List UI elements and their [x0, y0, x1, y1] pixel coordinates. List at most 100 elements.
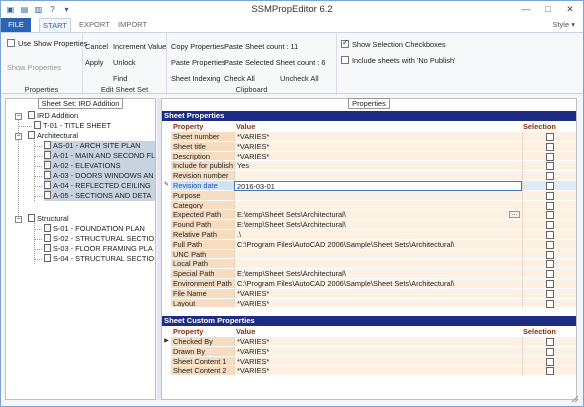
- selection-checkbox[interactable]: [546, 280, 554, 288]
- selection-checkbox[interactable]: [546, 347, 554, 356]
- tree-item[interactable]: T-01 - TITLE SHEET: [34, 121, 111, 131]
- increment-value-button[interactable]: Increment Value: [113, 42, 166, 51]
- tab-file[interactable]: FILE: [1, 18, 31, 32]
- property-value[interactable]: E:\temp\Sheet Sets\Architectural\...: [234, 210, 522, 221]
- selection-checkbox[interactable]: [546, 231, 554, 239]
- style-menu[interactable]: Style ▾: [552, 20, 575, 29]
- property-row[interactable]: Category: [162, 200, 576, 211]
- tree-group-architectural[interactable]: Architectural: [28, 131, 78, 141]
- property-value[interactable]: *VARIES*: [234, 151, 522, 162]
- close-icon[interactable]: ✕: [559, 2, 581, 16]
- property-row[interactable]: Found Path E:\temp\Sheet Sets\Architectur…: [162, 220, 576, 230]
- resize-grip-icon[interactable]: [571, 395, 579, 403]
- collapse-architectural-icon[interactable]: −: [15, 133, 22, 140]
- selection-checkbox[interactable]: [546, 299, 554, 308]
- property-row[interactable]: Layout *VARIES*: [162, 298, 576, 309]
- selection-checkbox[interactable]: [546, 338, 554, 346]
- property-value[interactable]: *VARIES*: [234, 366, 522, 377]
- tree-item[interactable]: A-03 - DOORS WINDOWS AN: [44, 171, 155, 181]
- property-value[interactable]: *VARIES*: [234, 298, 522, 309]
- browse-button[interactable]: ...: [509, 211, 520, 219]
- selection-checkbox[interactable]: [546, 182, 554, 190]
- tree-root[interactable]: IRD Addition: [28, 111, 78, 121]
- property-row[interactable]: ▶ Checked By *VARIES*: [162, 337, 576, 347]
- property-value[interactable]: [234, 200, 522, 211]
- property-value[interactable]: E:\temp\Sheet Sets\Architectural\: [234, 220, 522, 230]
- tree-item[interactable]: S-01 - FOUNDATION PLAN: [44, 224, 155, 234]
- tree-item[interactable]: A-05 - SECTIONS AND DETA: [44, 191, 155, 201]
- selection-checkbox[interactable]: [546, 172, 554, 181]
- tree-item[interactable]: A-04 - REFLECTED CEILING: [44, 181, 155, 191]
- property-value[interactable]: .\: [234, 230, 522, 240]
- property-row[interactable]: Sheet Content 2 *VARIES*: [162, 366, 576, 377]
- property-value[interactable]: C:\Program Files\AutoCAD 2006\Sample\She…: [234, 279, 522, 289]
- selection-checkbox[interactable]: [546, 201, 554, 210]
- include-no-publish-checkbox[interactable]: [341, 56, 349, 64]
- property-row[interactable]: Environment Path C:\Program Files\AutoCAD…: [162, 279, 576, 289]
- apply-button[interactable]: Apply: [85, 58, 104, 67]
- property-value[interactable]: C:\Program Files\AutoCAD 2006\Sample\She…: [234, 239, 522, 250]
- tab-start[interactable]: START: [39, 18, 71, 32]
- check-all-button[interactable]: Check All: [224, 74, 255, 83]
- selection-checkbox[interactable]: [546, 260, 554, 269]
- selection-checkbox[interactable]: [546, 142, 554, 151]
- property-row[interactable]: Expected Path E:\temp\Sheet Sets\Architec…: [162, 210, 576, 221]
- property-row[interactable]: Include for publish Yes: [162, 161, 576, 172]
- property-value[interactable]: Yes: [234, 161, 522, 172]
- tree-group-structural[interactable]: Structural: [28, 214, 69, 224]
- collapse-structural-icon[interactable]: −: [15, 216, 22, 223]
- tab-import[interactable]: IMPORT: [118, 18, 147, 32]
- tab-export[interactable]: EXPORT: [79, 18, 110, 32]
- property-row[interactable]: Local Path: [162, 259, 576, 270]
- maximize-icon[interactable]: □: [537, 2, 559, 16]
- property-row[interactable]: Relative Path .\: [162, 230, 576, 240]
- property-value[interactable]: [234, 249, 522, 260]
- selection-checkbox[interactable]: [546, 357, 554, 366]
- property-row[interactable]: ✎ Revision date 2016-03-01: [162, 181, 576, 191]
- property-value[interactable]: *VARIES*: [234, 346, 522, 357]
- minimize-icon[interactable]: —: [515, 2, 537, 16]
- show-selection-checkboxes-checkbox[interactable]: [341, 38, 349, 48]
- tree-item[interactable]: S-03 - FLOOR FRAMING PLA: [44, 244, 155, 254]
- selection-checkbox[interactable]: [546, 240, 554, 249]
- selection-checkbox[interactable]: [546, 211, 554, 220]
- selection-checkbox[interactable]: [546, 221, 554, 230]
- property-value[interactable]: *VARIES*: [234, 132, 522, 142]
- selection-checkbox[interactable]: [546, 270, 554, 279]
- selection-checkbox[interactable]: [546, 289, 554, 298]
- uncheck-all-button[interactable]: Uncheck All: [280, 74, 319, 83]
- show-properties-button[interactable]: Show Properties: [7, 63, 61, 72]
- selection-checkbox[interactable]: [546, 367, 554, 376]
- property-value[interactable]: 2016-03-01: [234, 181, 522, 191]
- paste-selected-sheet-button[interactable]: Paste Selected Sheet count : 6: [224, 58, 325, 67]
- property-row[interactable]: UNC Path: [162, 249, 576, 260]
- tree-item[interactable]: A-02 - ELEVATIONS: [44, 161, 155, 171]
- tree-item[interactable]: AS-01 - ARCH SITE PLAN: [44, 141, 155, 151]
- property-row[interactable]: Description *VARIES*: [162, 151, 576, 162]
- property-value[interactable]: *VARIES*: [234, 337, 522, 347]
- selection-checkbox[interactable]: [546, 133, 554, 141]
- use-show-properties-checkbox[interactable]: [7, 39, 15, 47]
- sheet-indexing-button[interactable]: Sheet Indexing: [171, 74, 220, 83]
- property-row[interactable]: File Name *VARIES*: [162, 288, 576, 299]
- find-button[interactable]: Find: [113, 74, 127, 83]
- property-row[interactable]: Revision number: [162, 171, 576, 181]
- selection-checkbox[interactable]: [546, 250, 554, 259]
- property-value[interactable]: *VARIES*: [234, 356, 522, 367]
- copy-properties-button[interactable]: Copy Properties: [171, 42, 224, 51]
- selection-checkbox[interactable]: [546, 162, 554, 171]
- property-value[interactable]: [234, 259, 522, 270]
- property-value[interactable]: [234, 190, 522, 201]
- selection-checkbox[interactable]: [546, 152, 554, 161]
- tree-item[interactable]: S-02 - STRUCTURAL SECTIO: [44, 234, 155, 244]
- paste-properties-button[interactable]: Paste Properties: [171, 58, 226, 67]
- property-value[interactable]: *VARIES*: [234, 141, 522, 152]
- property-row[interactable]: Sheet Content 1 *VARIES*: [162, 356, 576, 367]
- cancel-button[interactable]: Cancel: [85, 42, 108, 51]
- property-value[interactable]: [234, 171, 522, 181]
- paste-sheet-button[interactable]: Paste Sheet count : 11: [224, 42, 298, 51]
- property-row[interactable]: Full Path C:\Program Files\AutoCAD 2006\S…: [162, 239, 576, 250]
- unlock-button[interactable]: Unlock: [113, 58, 136, 67]
- property-row[interactable]: Sheet title *VARIES*: [162, 141, 576, 152]
- collapse-root-icon[interactable]: −: [15, 113, 22, 120]
